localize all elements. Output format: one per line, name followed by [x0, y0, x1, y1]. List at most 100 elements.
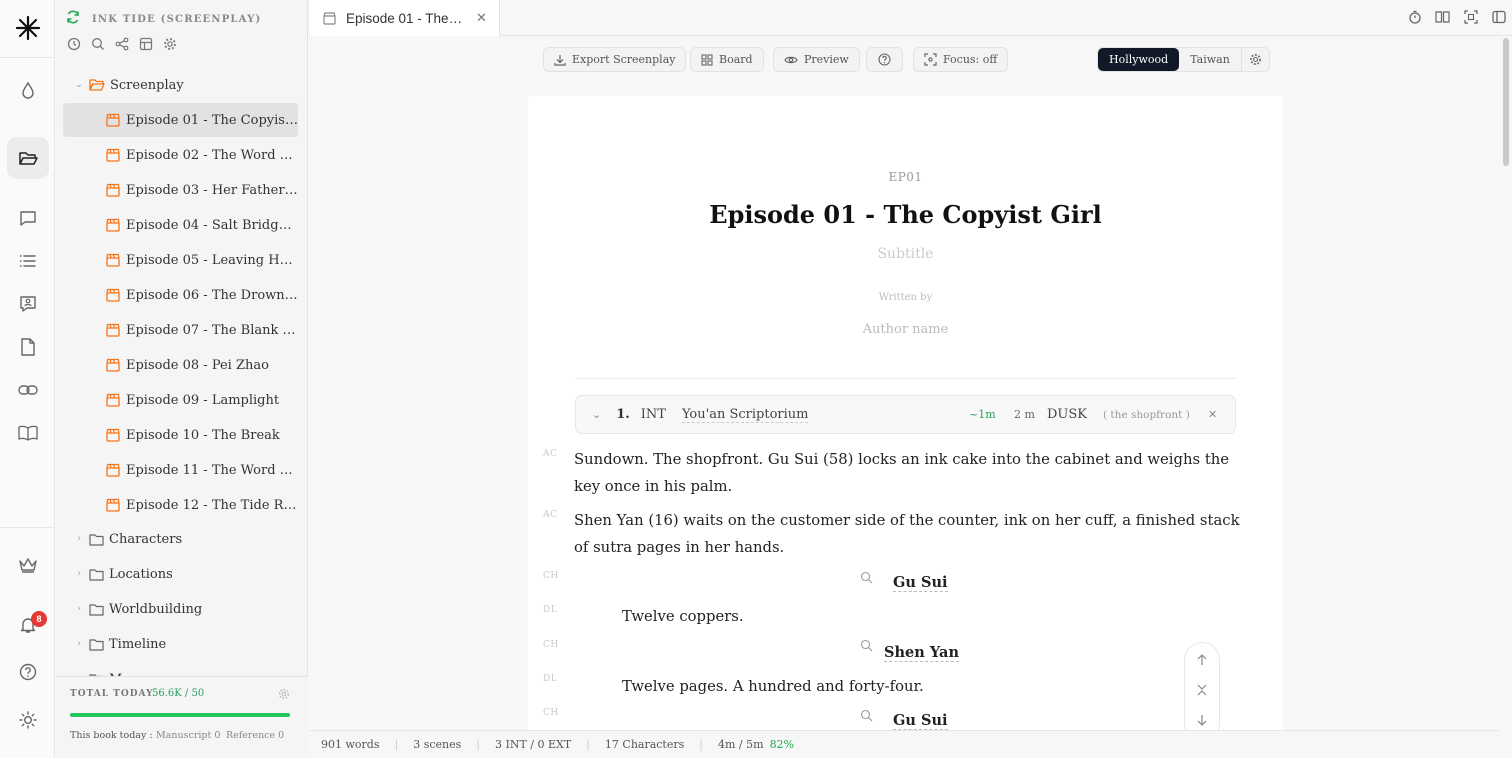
author-field[interactable]: Author name: [528, 322, 1283, 337]
clapperboard-icon: [106, 148, 120, 162]
folder-open-icon[interactable]: [7, 137, 49, 179]
format-settings-icon[interactable]: [1240, 48, 1269, 71]
scene-location[interactable]: You'an Scriptorium: [681, 407, 809, 423]
sync-icon[interactable]: [66, 10, 80, 29]
tree-item-episode[interactable]: Episode 07 - The Blank Stele: [56, 313, 308, 347]
grid-icon: [701, 53, 713, 66]
subtitle-field[interactable]: Subtitle: [528, 246, 1283, 262]
action-line[interactable]: Shen Yan (16) waits on the customer side…: [574, 508, 1242, 561]
book-split-icon[interactable]: [1435, 9, 1450, 24]
search-icon[interactable]: [90, 36, 105, 51]
clapperboard-icon: [106, 218, 120, 232]
tree-item-episode[interactable]: Episode 01 - The Copyist G...: [63, 103, 298, 137]
app-logo-icon[interactable]: [7, 7, 49, 49]
dialogue-line[interactable]: Twelve pages. A hundred and forty-four.: [622, 678, 924, 695]
tab-title: Episode 01 - The Copyist Girl: [346, 10, 464, 26]
tree-item-label: Worldbuilding: [109, 601, 203, 617]
word-count: 901 words: [321, 738, 380, 751]
ink-drop-icon[interactable]: [7, 69, 49, 111]
folder-open-icon: [89, 78, 105, 92]
tree-item-label: Episode 02 - The Word Bur...: [126, 147, 298, 163]
scene-time[interactable]: DUSK: [1047, 407, 1087, 422]
format-hollywood-button[interactable]: Hollywood: [1098, 48, 1180, 71]
character-cue[interactable]: Gu Sui: [893, 712, 948, 730]
timer-icon[interactable]: [1407, 9, 1422, 24]
tree-folder[interactable]: ›M...: [56, 662, 308, 676]
settings-icon[interactable]: [162, 36, 177, 51]
scene-note[interactable]: ( the shopfront ): [1103, 409, 1190, 421]
tree-item-episode[interactable]: Episode 06 - The Drowned ...: [56, 278, 308, 312]
book-open-icon[interactable]: [7, 412, 49, 454]
search-icon[interactable]: [860, 709, 874, 723]
chevron-right-icon[interactable]: ›: [72, 639, 86, 649]
search-icon[interactable]: [860, 639, 874, 653]
tree-item-label: Characters: [109, 531, 183, 547]
gear-icon[interactable]: [278, 687, 290, 705]
tree-folder[interactable]: › Characters: [56, 522, 308, 556]
tab-episode-01[interactable]: Episode 01 - The Copyist Girl ✕: [310, 0, 500, 36]
scrollbar[interactable]: [1503, 38, 1509, 166]
chevron-right-icon[interactable]: ›: [72, 569, 86, 579]
sun-icon[interactable]: [7, 699, 49, 741]
tree-item-label: Episode 01 - The Copyist G...: [126, 112, 298, 128]
close-icon[interactable]: ✕: [1208, 408, 1217, 421]
folder-screenplay[interactable]: ⌄ Screenplay: [56, 68, 308, 102]
arrow-down-icon[interactable]: [1196, 713, 1208, 731]
format-taiwan-button[interactable]: Taiwan: [1179, 48, 1241, 71]
chevron-down-icon[interactable]: ⌄: [592, 408, 601, 421]
focus-toggle-button[interactable]: Focus: off: [913, 47, 1009, 72]
help-button[interactable]: [866, 47, 903, 72]
clapperboard-icon: [106, 323, 120, 337]
link-icon[interactable]: [7, 369, 49, 411]
board-button[interactable]: Board: [690, 47, 764, 72]
scene-heading[interactable]: ⌄ 1. INT You'an Scriptorium ~1m 2 m DUSK…: [575, 395, 1236, 434]
clapperboard-icon: [106, 393, 120, 407]
tree-item-episode[interactable]: Episode 09 - Lamplight: [56, 383, 308, 417]
crown-icon[interactable]: [7, 544, 49, 586]
close-icon[interactable]: ✕: [476, 10, 487, 26]
panel-toggle-icon[interactable]: [1491, 9, 1506, 24]
tree-item-episode[interactable]: Episode 11 - The Word Fur...: [56, 453, 308, 487]
character-cue[interactable]: Shen Yan: [884, 644, 959, 662]
search-icon[interactable]: [860, 571, 874, 585]
tree-item-episode[interactable]: Episode 05 - Leaving Harbor: [56, 243, 308, 277]
comment-user-icon[interactable]: [7, 283, 49, 325]
export-screenplay-button[interactable]: Export Screenplay: [543, 47, 687, 72]
action-line[interactable]: Sundown. The shopfront. Gu Sui (58) lock…: [574, 447, 1242, 500]
preview-button[interactable]: Preview: [773, 47, 860, 72]
scene-int-ext[interactable]: INT: [641, 407, 666, 422]
element-tag-action: AC: [543, 449, 558, 459]
reference-count: Reference 0: [226, 730, 285, 741]
tree-folder[interactable]: › Timeline: [56, 627, 308, 661]
tree-item-episode[interactable]: Episode 10 - The Break: [56, 418, 308, 452]
chevron-down-icon[interactable]: ⌄: [72, 80, 86, 90]
character-cue[interactable]: Gu Sui: [893, 574, 948, 592]
document-icon[interactable]: [7, 326, 49, 368]
tree-item-label: Episode 06 - The Drowned ...: [126, 287, 298, 303]
tree-item-label: Episode 07 - The Blank Stele: [126, 322, 298, 338]
tree-folder[interactable]: › Worldbuilding: [56, 592, 308, 626]
list-icon[interactable]: [7, 240, 49, 282]
history-icon[interactable]: [66, 36, 81, 51]
clapperboard-icon: [106, 253, 120, 267]
fullscreen-icon[interactable]: [1463, 9, 1478, 24]
tree-folder[interactable]: › Locations: [56, 557, 308, 591]
help-circle-icon[interactable]: [7, 651, 49, 693]
chevron-right-icon[interactable]: ›: [72, 604, 86, 614]
table-icon[interactable]: [138, 36, 153, 51]
page-title[interactable]: Episode 01 - The Copyist Girl: [528, 200, 1283, 229]
chat-icon[interactable]: [7, 197, 49, 239]
tree-item-episode[interactable]: Episode 04 - Salt Bridge Ni...: [56, 208, 308, 242]
tree-item-episode[interactable]: Episode 03 - Her Father's ...: [56, 173, 308, 207]
folder-icon: [89, 603, 104, 616]
tree-item-label: Episode 05 - Leaving Harbor: [126, 252, 298, 268]
tree-item-episode[interactable]: Episode 02 - The Word Bur...: [56, 138, 308, 172]
tree-item-episode[interactable]: Episode 08 - Pei Zhao: [56, 348, 308, 382]
share-icon[interactable]: [114, 36, 129, 51]
arrow-up-icon[interactable]: [1196, 653, 1208, 671]
collapse-icon[interactable]: [1196, 683, 1208, 701]
window-actions: [1407, 9, 1506, 24]
tree-item-episode[interactable]: Episode 12 - The Tide Rises: [56, 488, 308, 522]
dialogue-line[interactable]: Twelve coppers.: [622, 608, 744, 625]
chevron-right-icon[interactable]: ›: [72, 534, 86, 544]
